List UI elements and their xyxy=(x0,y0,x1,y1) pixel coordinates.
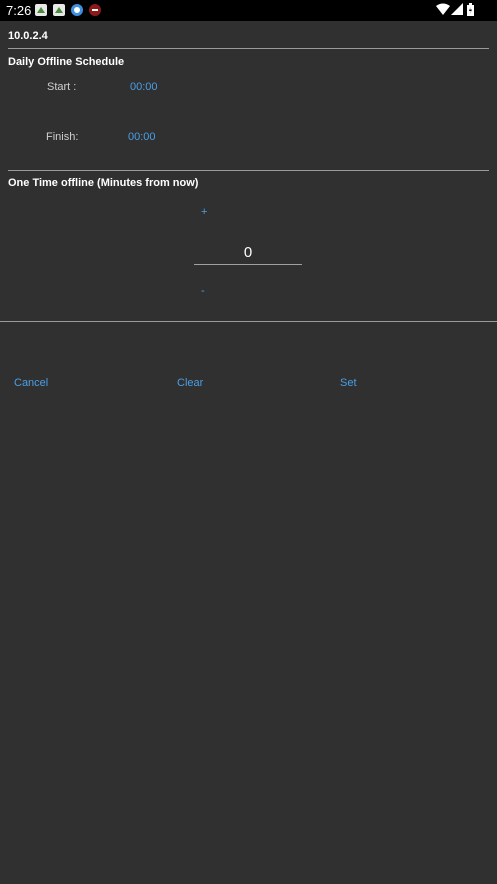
host-address: 10.0.2.4 xyxy=(8,30,48,42)
finish-label: Finish: xyxy=(46,131,79,143)
app-icon-2 xyxy=(52,3,66,17)
start-label: Start : xyxy=(47,81,77,93)
battery-icon xyxy=(467,3,474,21)
minutes-input[interactable] xyxy=(194,240,302,265)
app-icon-4 xyxy=(88,3,102,17)
start-time-picker[interactable]: 00:00 xyxy=(130,81,158,93)
status-time: 7:26 xyxy=(6,3,32,18)
app-icon-1 xyxy=(34,3,48,17)
divider xyxy=(8,170,489,171)
divider xyxy=(8,48,489,49)
daily-schedule-title: Daily Offline Schedule xyxy=(8,56,125,68)
app-icon-3 xyxy=(70,3,84,17)
one-time-title: One Time offline (Minutes from now) xyxy=(8,177,199,189)
divider xyxy=(0,321,497,322)
finish-time-picker[interactable]: 00:00 xyxy=(128,131,156,143)
wifi-icon xyxy=(436,3,450,21)
clear-button[interactable]: Clear xyxy=(177,377,203,389)
status-bar: 7:26 xyxy=(0,0,497,21)
decrement-button[interactable]: - xyxy=(201,285,205,297)
increment-button[interactable]: + xyxy=(201,206,207,218)
set-button[interactable]: Set xyxy=(340,377,357,389)
signal-icon xyxy=(451,3,463,21)
cancel-button[interactable]: Cancel xyxy=(14,377,48,389)
